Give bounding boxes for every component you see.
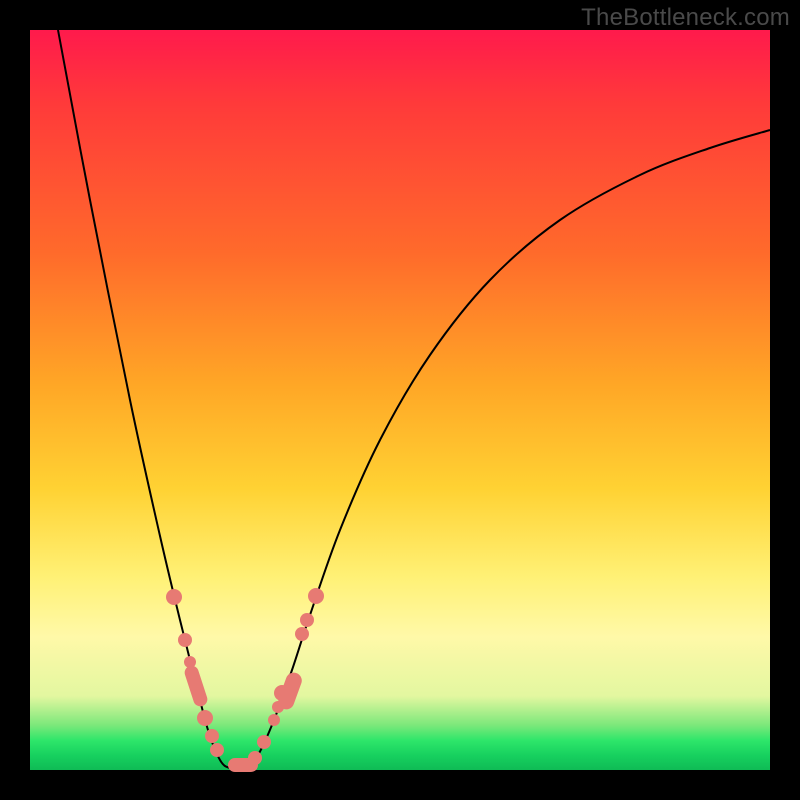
- data-marker: [257, 735, 271, 749]
- chart-frame: TheBottleneck.com: [0, 0, 800, 800]
- data-marker: [197, 710, 213, 726]
- data-marker: [178, 633, 192, 647]
- chart-svg: [30, 30, 770, 770]
- plot-area: [30, 30, 770, 770]
- data-marker: [210, 743, 224, 757]
- watermark-text: TheBottleneck.com: [581, 4, 790, 32]
- data-marker: [248, 751, 262, 765]
- data-marker: [295, 627, 309, 641]
- data-marker: [300, 613, 314, 627]
- data-marker: [205, 729, 219, 743]
- data-marker: [268, 714, 280, 726]
- bottleneck-curve: [58, 30, 770, 769]
- data-marker: [183, 664, 209, 708]
- marker-layer: [166, 588, 324, 772]
- data-marker: [166, 589, 182, 605]
- data-marker: [308, 588, 324, 604]
